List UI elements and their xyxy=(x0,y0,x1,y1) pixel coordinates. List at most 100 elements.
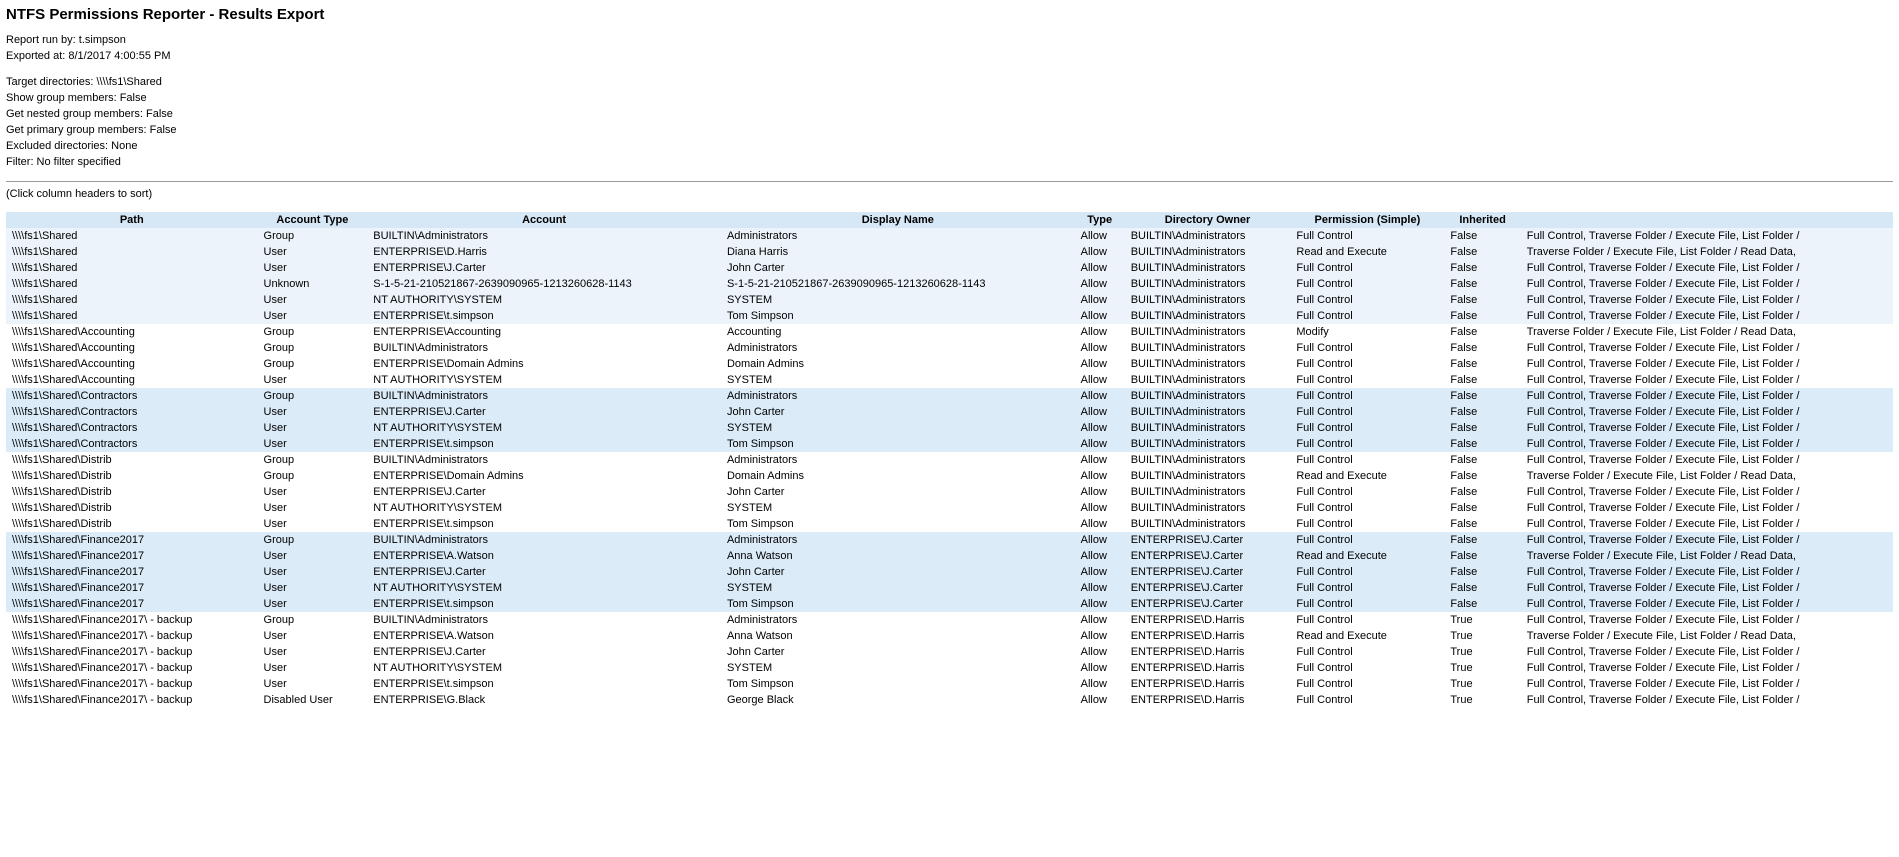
cell-type: Allow xyxy=(1075,628,1125,644)
cell-inherited: False xyxy=(1444,372,1520,388)
cell-directory-owner: ENTERPRISE\J.Carter xyxy=(1125,564,1291,580)
cell-display-name: SYSTEM xyxy=(721,500,1075,516)
cell-permission-simple: Modify xyxy=(1290,324,1444,340)
cell-permission-detail: Full Control, Traverse Folder / Execute … xyxy=(1521,564,1893,580)
cell-permission-simple: Full Control xyxy=(1290,596,1444,612)
cell-account-type: User xyxy=(258,548,368,564)
col-header-type[interactable]: Type xyxy=(1075,212,1125,228)
cell-inherited: False xyxy=(1444,308,1520,324)
cell-account: ENTERPRISE\A.Watson xyxy=(367,548,721,564)
table-row: \\\\fs1\SharedGroupBUILTIN\Administrator… xyxy=(6,228,1893,244)
cell-account: NT AUTHORITY\SYSTEM xyxy=(367,372,721,388)
cell-display-name: Administrators xyxy=(721,340,1075,356)
cell-account: ENTERPRISE\t.simpson xyxy=(367,308,721,324)
cell-account-type: User xyxy=(258,596,368,612)
cell-inherited: True xyxy=(1444,644,1520,660)
cell-path: \\\\fs1\Shared\Contractors xyxy=(6,404,258,420)
cell-permission-detail: Full Control, Traverse Folder / Execute … xyxy=(1521,404,1893,420)
cell-directory-owner: BUILTIN\Administrators xyxy=(1125,452,1291,468)
cell-inherited: False xyxy=(1444,532,1520,548)
cell-directory-owner: ENTERPRISE\D.Harris xyxy=(1125,692,1291,708)
cell-permission-simple: Full Control xyxy=(1290,340,1444,356)
cell-path: \\\\fs1\Shared\Accounting xyxy=(6,356,258,372)
cell-inherited: True xyxy=(1444,628,1520,644)
cell-inherited: False xyxy=(1444,436,1520,452)
cell-permission-detail: Full Control, Traverse Folder / Execute … xyxy=(1521,308,1893,324)
cell-account: ENTERPRISE\Accounting xyxy=(367,324,721,340)
cell-permission-simple: Full Control xyxy=(1290,484,1444,500)
cell-display-name: SYSTEM xyxy=(721,292,1075,308)
cell-inherited: False xyxy=(1444,356,1520,372)
cell-account-type: Group xyxy=(258,452,368,468)
cell-path: \\\\fs1\Shared\Accounting xyxy=(6,340,258,356)
cell-display-name: Administrators xyxy=(721,228,1075,244)
col-header-account[interactable]: Account xyxy=(367,212,721,228)
cell-type: Allow xyxy=(1075,228,1125,244)
cell-directory-owner: BUILTIN\Administrators xyxy=(1125,372,1291,388)
cell-directory-owner: BUILTIN\Administrators xyxy=(1125,500,1291,516)
col-header-permission-detail[interactable] xyxy=(1521,212,1893,228)
cell-permission-simple: Full Control xyxy=(1290,372,1444,388)
table-row: \\\\fs1\Shared\DistribUserENTERPRISE\J.C… xyxy=(6,484,1893,500)
cell-directory-owner: BUILTIN\Administrators xyxy=(1125,468,1291,484)
cell-permission-detail: Full Control, Traverse Folder / Execute … xyxy=(1521,356,1893,372)
cell-path: \\\\fs1\Shared\Finance2017\ - backup xyxy=(6,644,258,660)
table-row: \\\\fs1\Shared\ContractorsGroupBUILTIN\A… xyxy=(6,388,1893,404)
cell-type: Allow xyxy=(1075,292,1125,308)
col-header-account-type[interactable]: Account Type xyxy=(258,212,368,228)
col-header-path[interactable]: Path xyxy=(6,212,258,228)
cell-inherited: False xyxy=(1444,292,1520,308)
cell-permission-detail: Full Control, Traverse Folder / Execute … xyxy=(1521,292,1893,308)
col-header-permission-simple[interactable]: Permission (Simple) xyxy=(1290,212,1444,228)
cell-permission-simple: Full Control xyxy=(1290,564,1444,580)
cell-path: \\\\fs1\Shared\Distrib xyxy=(6,516,258,532)
cell-path: \\\\fs1\Shared\Finance2017\ - backup xyxy=(6,676,258,692)
cell-directory-owner: BUILTIN\Administrators xyxy=(1125,292,1291,308)
cell-account-type: User xyxy=(258,676,368,692)
cell-path: \\\\fs1\Shared\Finance2017\ - backup xyxy=(6,612,258,628)
cell-display-name: SYSTEM xyxy=(721,420,1075,436)
cell-permission-detail: Full Control, Traverse Folder / Execute … xyxy=(1521,452,1893,468)
permissions-table: Path Account Type Account Display Name T… xyxy=(6,212,1893,708)
cell-permission-detail: Full Control, Traverse Folder / Execute … xyxy=(1521,580,1893,596)
cell-permission-detail: Traverse Folder / Execute File, List Fol… xyxy=(1521,468,1893,484)
table-row: \\\\fs1\Shared\Finance2017UserENTERPRISE… xyxy=(6,548,1893,564)
cell-account-type: User xyxy=(258,644,368,660)
cell-account: ENTERPRISE\t.simpson xyxy=(367,436,721,452)
cell-account-type: User xyxy=(258,516,368,532)
cell-path: \\\\fs1\Shared xyxy=(6,260,258,276)
cell-account-type: User xyxy=(258,372,368,388)
cell-path: \\\\fs1\Shared xyxy=(6,308,258,324)
table-row: \\\\fs1\SharedUserENTERPRISE\D.HarrisDia… xyxy=(6,244,1893,260)
cell-path: \\\\fs1\Shared\Finance2017 xyxy=(6,564,258,580)
cell-path: \\\\fs1\Shared xyxy=(6,244,258,260)
cell-display-name: George Black xyxy=(721,692,1075,708)
col-header-inherited[interactable]: Inherited xyxy=(1444,212,1520,228)
cell-permission-detail: Full Control, Traverse Folder / Execute … xyxy=(1521,500,1893,516)
table-row: \\\\fs1\Shared\DistribGroupENTERPRISE\Do… xyxy=(6,468,1893,484)
table-row: \\\\fs1\Shared\Finance2017\ - backupUser… xyxy=(6,660,1893,676)
cell-display-name: Anna Watson xyxy=(721,628,1075,644)
cell-permission-simple: Full Control xyxy=(1290,516,1444,532)
cell-permission-detail: Full Control, Traverse Folder / Execute … xyxy=(1521,516,1893,532)
cell-permission-detail: Full Control, Traverse Folder / Execute … xyxy=(1521,260,1893,276)
cell-inherited: False xyxy=(1444,500,1520,516)
cell-account: NT AUTHORITY\SYSTEM xyxy=(367,660,721,676)
cell-inherited: False xyxy=(1444,388,1520,404)
cell-directory-owner: BUILTIN\Administrators xyxy=(1125,356,1291,372)
cell-permission-detail: Full Control, Traverse Folder / Execute … xyxy=(1521,596,1893,612)
cell-account-type: Group xyxy=(258,228,368,244)
col-header-directory-owner[interactable]: Directory Owner xyxy=(1125,212,1291,228)
cell-directory-owner: ENTERPRISE\J.Carter xyxy=(1125,532,1291,548)
cell-inherited: False xyxy=(1444,260,1520,276)
cell-type: Allow xyxy=(1075,500,1125,516)
cell-type: Allow xyxy=(1075,644,1125,660)
cell-account-type: Unknown xyxy=(258,276,368,292)
cell-account: NT AUTHORITY\SYSTEM xyxy=(367,292,721,308)
col-header-display-name[interactable]: Display Name xyxy=(721,212,1075,228)
table-row: \\\\fs1\Shared\Finance2017\ - backupUser… xyxy=(6,676,1893,692)
cell-directory-owner: BUILTIN\Administrators xyxy=(1125,484,1291,500)
cell-permission-simple: Full Control xyxy=(1290,404,1444,420)
cell-account: BUILTIN\Administrators xyxy=(367,532,721,548)
cell-inherited: False xyxy=(1444,244,1520,260)
